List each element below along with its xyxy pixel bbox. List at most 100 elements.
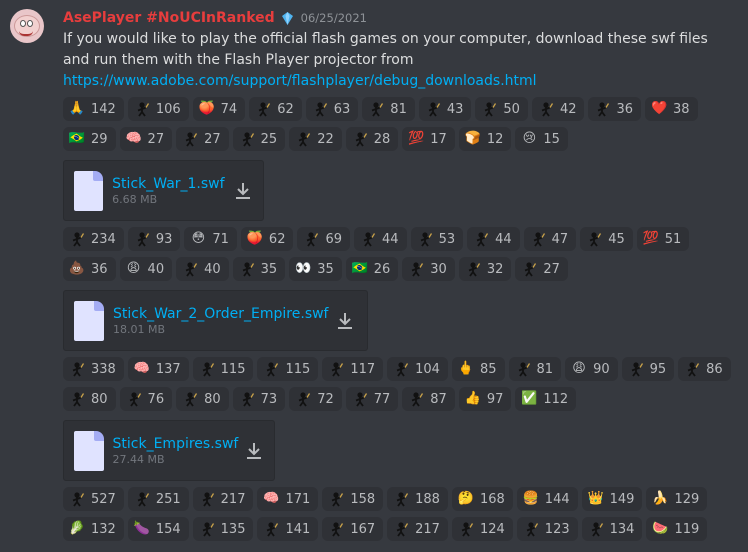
reaction-button[interactable]: 123 [516, 517, 578, 541]
download-icon[interactable] [234, 181, 253, 201]
reaction-button[interactable]: 141 [257, 517, 319, 541]
reaction-button[interactable]: 72 [289, 387, 342, 411]
file-name[interactable]: Stick_Empires.swf [113, 435, 239, 453]
reaction-button[interactable]: 95 [621, 357, 675, 381]
username[interactable]: AsePlayer #NoUCInRanked [63, 10, 275, 26]
reaction-button[interactable]: 28 [345, 127, 399, 151]
reaction-button[interactable]: 86 [678, 357, 731, 381]
reaction-button[interactable]: 🤔 168 [451, 487, 513, 511]
reaction-button[interactable]: 44 [467, 227, 520, 251]
reaction-button[interactable]: 50 [475, 97, 528, 121]
reaction-count: 115 [220, 361, 246, 377]
reaction-button[interactable]: 158 [322, 487, 384, 511]
reaction-button[interactable]: 👍 97 [458, 387, 512, 411]
reaction-button[interactable]: 🍑 62 [240, 227, 294, 251]
reaction-button[interactable]: 104 [387, 357, 448, 381]
reaction-button[interactable]: 😢 15 [515, 127, 568, 151]
reaction-button[interactable]: 42 [531, 97, 585, 121]
reaction-button[interactable]: 87 [402, 387, 455, 411]
reaction-button[interactable]: 115 [192, 357, 254, 381]
message-link[interactable]: https://www.adobe.com/support/flashplaye… [63, 73, 537, 89]
reaction-button[interactable]: 🇧🇷 26 [345, 257, 399, 281]
download-icon[interactable] [335, 311, 355, 331]
reaction-button[interactable]: 234 [63, 227, 124, 251]
emoji-icon: 🍑 [246, 231, 264, 246]
reaction-button[interactable]: 🍞 12 [458, 127, 512, 151]
reaction-button[interactable]: 217 [192, 487, 254, 511]
reaction-button[interactable]: 🥬 132 [63, 517, 124, 541]
reaction-button[interactable]: 69 [297, 227, 351, 251]
stick-figure-icon [538, 101, 554, 117]
reaction-button[interactable]: 251 [127, 487, 189, 511]
download-icon[interactable] [244, 441, 264, 461]
reaction-button[interactable]: 💩 36 [63, 257, 116, 281]
reaction-button[interactable]: 🧠 137 [127, 357, 189, 381]
reaction-button[interactable]: 53 [410, 227, 464, 251]
reaction-button[interactable]: 💯 51 [636, 227, 690, 251]
reaction-count: 28 [373, 131, 391, 147]
reaction-button[interactable]: 🧠 171 [257, 487, 319, 511]
reaction-button[interactable]: 🍌 129 [646, 487, 708, 511]
file-name[interactable]: Stick_War_2_Order_Empire.swf [113, 305, 329, 323]
reaction-button[interactable]: 🇧🇷 29 [63, 127, 116, 151]
file-icon [74, 300, 104, 341]
reaction-button[interactable]: 🍆 154 [127, 517, 189, 541]
reaction-button[interactable]: ❤️ 38 [645, 97, 698, 121]
file-name[interactable]: Stick_War_1.swf [112, 175, 224, 193]
reaction-button[interactable]: 😳 71 [184, 227, 237, 251]
reaction-button[interactable]: 62 [249, 97, 302, 121]
reaction-button[interactable]: 81 [508, 357, 562, 381]
reaction-button[interactable]: 135 [192, 517, 254, 541]
reaction-button[interactable]: 106 [127, 97, 189, 121]
reaction-button[interactable]: 40 [176, 257, 229, 281]
reaction-button[interactable]: 73 [232, 387, 286, 411]
reaction-button[interactable]: 134 [581, 517, 643, 541]
reaction-button[interactable]: 👑 149 [581, 487, 643, 511]
reaction-count: 76 [147, 391, 165, 407]
reaction-button[interactable]: 👀 35 [289, 257, 342, 281]
reaction-button[interactable]: 217 [387, 517, 448, 541]
reaction-button[interactable]: 44 [354, 227, 407, 251]
reaction-button[interactable]: 36 [588, 97, 642, 121]
reaction-count: 104 [415, 361, 440, 377]
user-avatar[interactable] [10, 9, 44, 43]
reaction-button[interactable]: 77 [345, 387, 399, 411]
reaction-button[interactable]: 81 [362, 97, 415, 121]
reaction-button[interactable]: 32 [458, 257, 512, 281]
reaction-button[interactable]: 🧠 27 [119, 127, 173, 151]
reaction-button[interactable]: 43 [418, 97, 472, 121]
stick-figure-icon [328, 521, 344, 537]
reaction-button[interactable]: 115 [257, 357, 319, 381]
reaction-button[interactable]: 35 [232, 257, 286, 281]
reaction-button[interactable]: 25 [232, 127, 286, 151]
reaction-button[interactable]: 27 [176, 127, 229, 151]
reaction-button[interactable]: 🍑 74 [192, 97, 246, 121]
stick-figure-icon [255, 101, 271, 117]
reaction-button[interactable]: 😩 90 [565, 357, 618, 381]
reaction-button[interactable]: 🙏 142 [63, 97, 124, 121]
reaction-button[interactable]: 🖕 85 [451, 357, 505, 381]
reaction-button[interactable]: 338 [63, 357, 124, 381]
reaction-button[interactable]: ✅ 112 [515, 387, 577, 411]
reaction-button[interactable]: 30 [402, 257, 455, 281]
reaction-button[interactable]: 167 [322, 517, 384, 541]
reaction-button[interactable]: 😩 40 [119, 257, 173, 281]
reaction-button[interactable]: 93 [127, 227, 181, 251]
reaction-button[interactable]: 117 [322, 357, 384, 381]
reaction-button[interactable]: 🍔 144 [516, 487, 578, 511]
reaction-button[interactable]: 🍉 119 [646, 517, 708, 541]
reaction-button[interactable]: 45 [580, 227, 633, 251]
reaction-button[interactable]: 63 [305, 97, 359, 121]
reaction-button[interactable]: 💯 17 [402, 127, 455, 151]
reaction-button[interactable]: 527 [63, 487, 124, 511]
reaction-button[interactable]: 188 [387, 487, 448, 511]
reaction-button[interactable]: 80 [176, 387, 229, 411]
emoji-icon: 🍌 [652, 491, 669, 506]
reaction-button[interactable]: 80 [63, 387, 116, 411]
reaction-button[interactable]: 47 [523, 227, 577, 251]
reaction-button[interactable]: 27 [515, 257, 568, 281]
reaction-count: 77 [373, 391, 391, 407]
reaction-button[interactable]: 76 [119, 387, 173, 411]
reaction-button[interactable]: 22 [289, 127, 342, 151]
reaction-button[interactable]: 124 [451, 517, 513, 541]
